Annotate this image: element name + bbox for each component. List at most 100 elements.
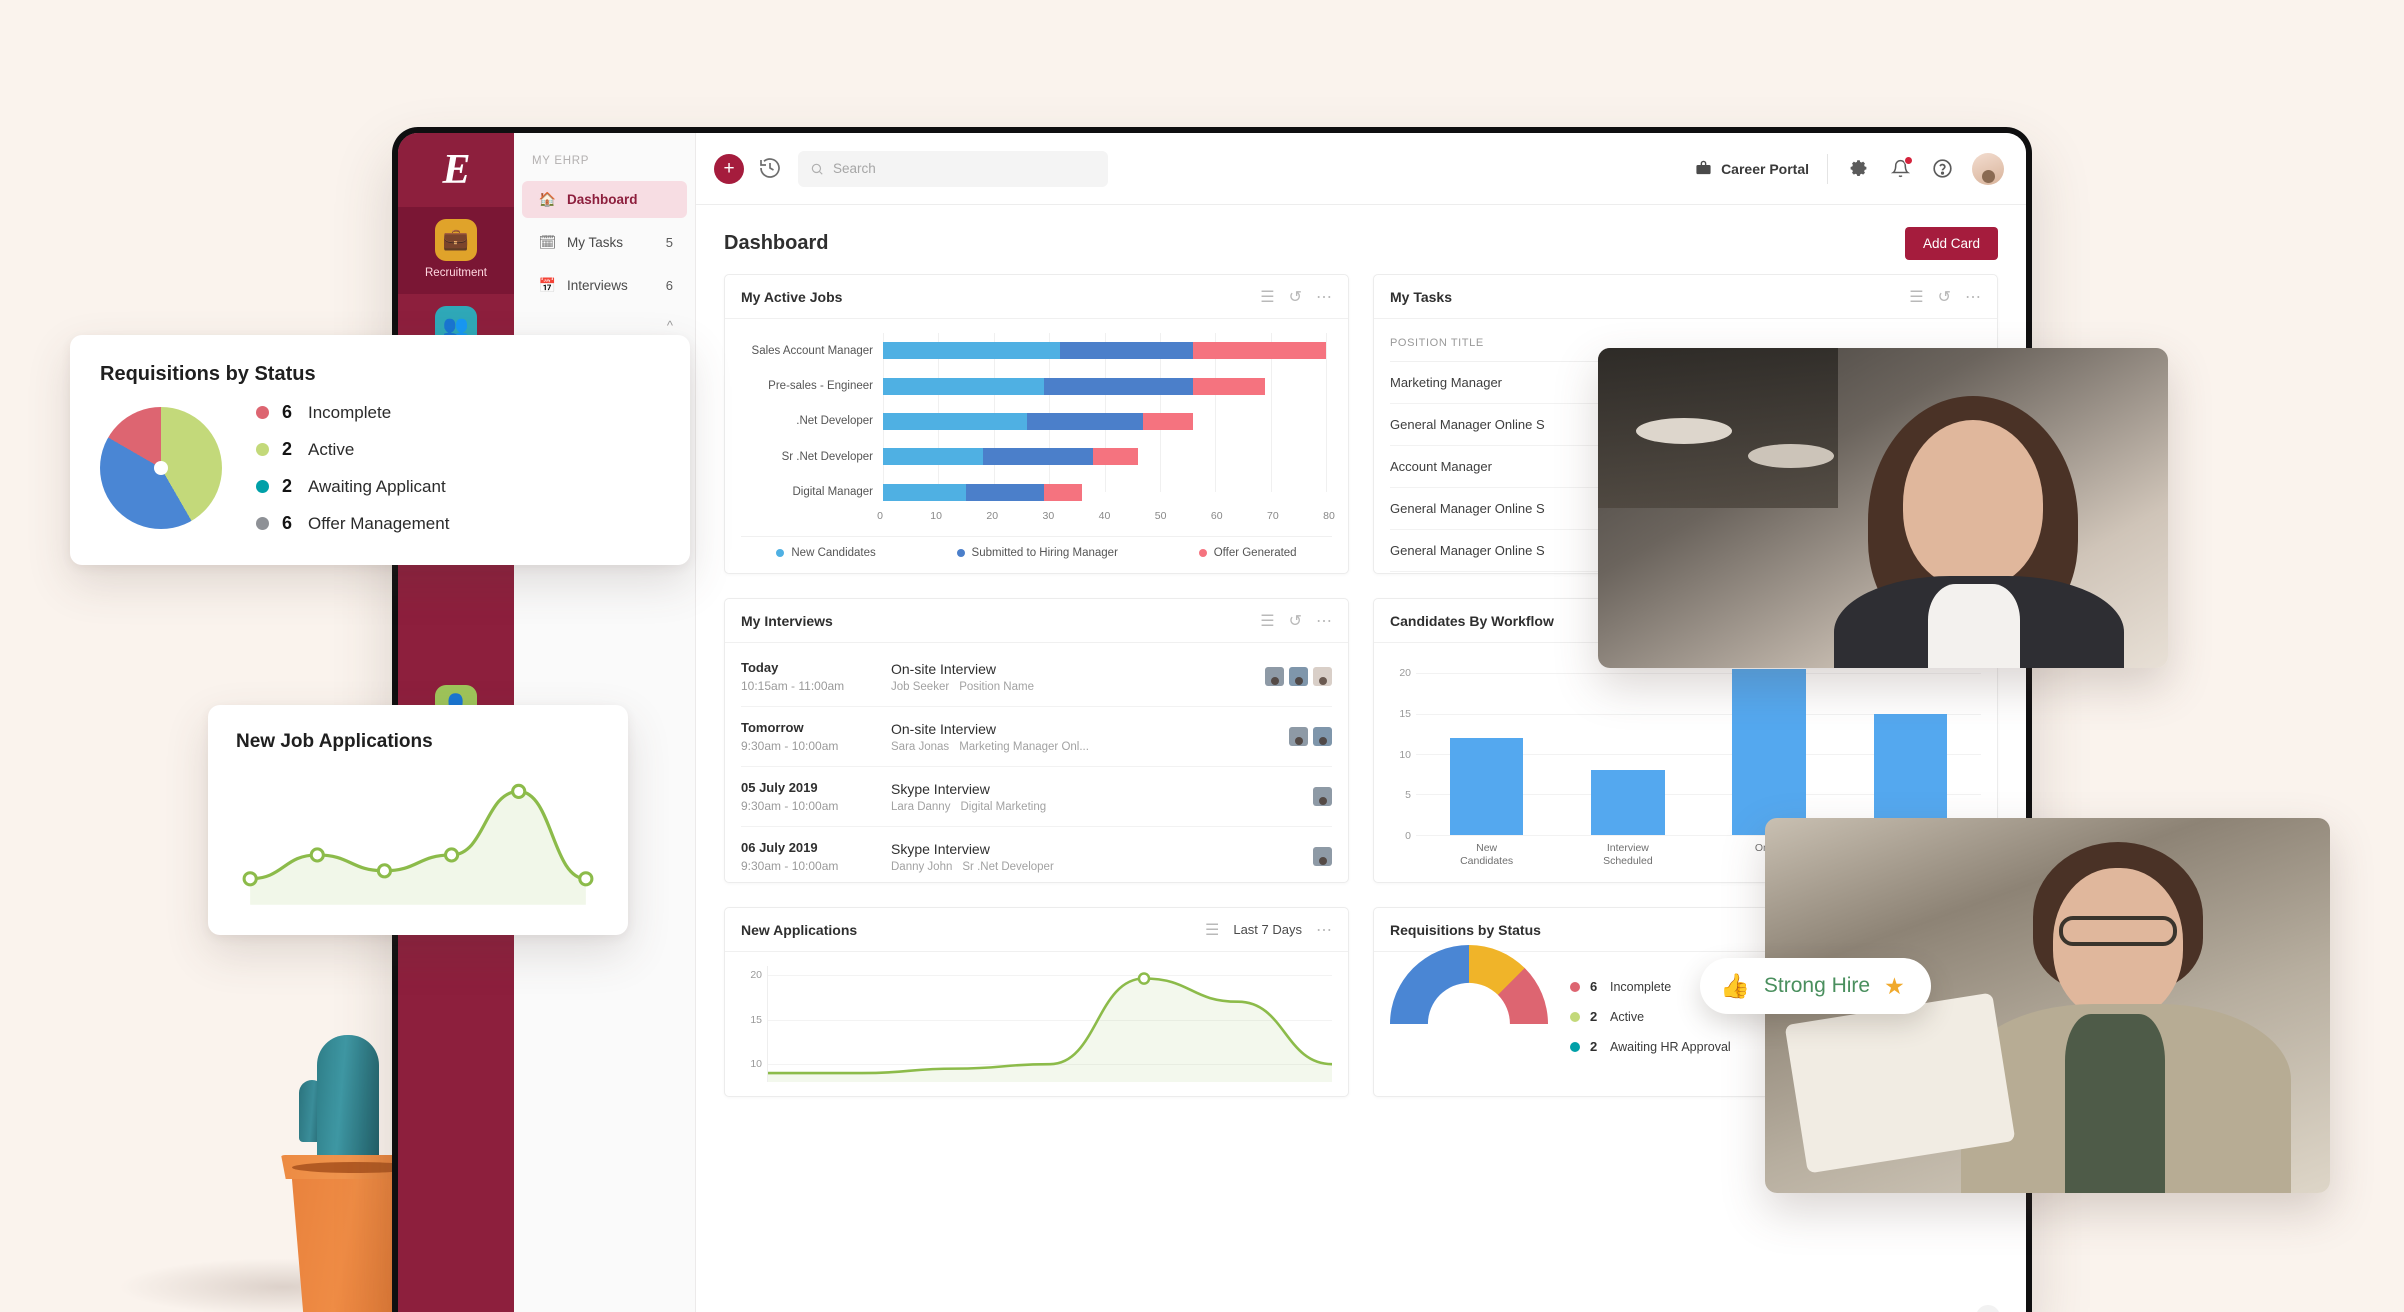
legend-count: 2 [1590,1009,1598,1024]
bell-icon[interactable] [1888,155,1913,181]
add-card-button[interactable]: Add Card [1904,227,1998,260]
bar-chart [1416,657,1981,836]
question-icon[interactable] [1930,157,1954,181]
bar-category-label: .Net Developer [796,415,873,428]
interview-avatars [1265,667,1332,686]
card-actions: ☰ ↺ ⋯ [1260,287,1332,307]
avatar [1289,667,1308,686]
drag-handle-icon[interactable]: ☰ [1260,611,1274,631]
interview-person: Danny John [891,860,953,873]
photo-businesswoman [1598,348,2168,668]
floating-card-new-job-applications: New Job Applications [208,705,628,935]
more-options-icon[interactable]: ⋯ [1965,287,1981,307]
bar-track [883,483,1326,501]
bar-column [1591,657,1665,835]
interview-details: Skype Interview Danny John Sr .Net Develop… [891,841,1313,873]
card-actions: ☰ Last 7 Days ⋯ [1205,920,1332,940]
sidebar-item-interviews[interactable]: 📅 Interviews 6 [522,267,687,304]
legend-dot [1570,1041,1580,1052]
bar-row: Sales Account Manager [741,341,1326,361]
legend-item: New Candidates [776,547,876,559]
interview-day: 06 July 2019 [741,840,818,855]
search-input[interactable]: Search [798,150,1108,187]
legend-item: Offer Generated [1198,547,1297,559]
bar-track [883,342,1326,360]
bar-category-label: Digital Manager [792,486,873,499]
bar-category-label: Sr .Net Developer [781,450,873,463]
bar-row: .Net Developer [741,411,1326,431]
range-selector[interactable]: Last 7 Days [1233,922,1302,937]
sidebar-item-count: 6 [665,278,673,293]
legend-dot [1570,981,1580,992]
card-actions: ☰ ↺ ⋯ [1909,287,1981,307]
bar-track [883,377,1326,395]
rail-item-recruitment[interactable]: 💼 Recruitment [398,207,514,295]
sidebar-item-label: My Tasks [567,235,624,250]
sidebar-item-label: Dashboard [567,192,638,207]
bar-segment [1093,448,1138,466]
interview-time: 9:30am - 10:00am [741,799,839,813]
legend-count: 6 [282,402,293,422]
interview-details: Skype Interview Lara Danny Digital Marketi… [891,781,1313,813]
avatar [1265,667,1284,686]
card-body: Today 10:15am - 11:00am On-site Interview J… [725,643,1348,882]
chart-y-axis: 0 5 10 15 20 [1399,667,1411,842]
list-item[interactable]: 05 July 2019 9:30am - 10:00am Skype Interv… [741,767,1332,827]
legend-dot [256,443,269,456]
refresh-icon[interactable]: ↺ [1289,611,1302,631]
card-title: My Active Jobs [741,288,843,305]
more-options-icon[interactable]: ⋯ [1316,287,1332,307]
legend-label: Awaiting HR Approval [1610,1039,1731,1054]
legend-item: Submitted to Hiring Manager [956,547,1118,559]
card-title: New Job Applications [236,731,433,752]
card-header: New Applications ☰ Last 7 Days ⋯ [725,908,1348,952]
toolbar-divider [1827,153,1828,184]
legend-label: Incomplete [308,402,392,422]
refresh-icon[interactable]: ↺ [1938,287,1951,307]
refresh-icon[interactable]: ↺ [1289,287,1302,307]
drag-handle-icon[interactable]: ☰ [1260,287,1274,307]
bar-segment [883,483,967,501]
gear-icon[interactable] [1846,157,1870,181]
list-item[interactable]: Today 10:15am - 11:00am On-site Interview J… [741,647,1332,707]
interview-type: On-site Interview [891,660,997,677]
thumbs-up-icon: 👍 [1720,972,1750,1000]
legend-item: 2 Awaiting Applicant [256,476,449,497]
bar-segment [966,483,1044,501]
card-my-active-jobs: My Active Jobs ☰ ↺ ⋯ Sales Account Manag… [724,274,1349,574]
avatar [1313,727,1332,746]
legend-dot [776,549,785,557]
bar [1591,770,1665,835]
more-options-icon[interactable]: ⋯ [1316,920,1332,940]
area-chart [767,966,1332,1082]
drag-handle-icon[interactable]: ☰ [1205,920,1219,940]
list-item[interactable]: Tomorrow 9:30am - 10:00am On-site Intervie… [741,707,1332,767]
app-logo[interactable]: E [398,133,514,207]
interview-avatars [1313,847,1332,866]
sidebar-item-my-tasks[interactable]: 🗓 My Tasks 5 [522,224,687,261]
bar-segment [883,377,1044,395]
briefcase-icon: 💼 [435,219,477,261]
more-options-icon[interactable]: ⋯ [1316,611,1332,631]
legend-item: 2 Awaiting HR Approval [1570,1039,1731,1054]
avatar [1289,727,1308,746]
avatar[interactable] [1972,152,2004,1312]
legend-count: 2 [1590,1039,1598,1054]
pie-legend: 6 Incomplete 2 Active 2 Awaiting Applicant 6 Of… [256,402,449,534]
legend-item: 2 Active [256,439,449,460]
interview-person: Lara Danny [891,800,951,813]
sidebar-item-dashboard[interactable]: 🏠 Dashboard [522,181,687,218]
chevron-up-icon[interactable]: ^ [514,318,695,333]
plus-icon[interactable]: + [714,153,744,184]
strong-hire-label: Strong Hire [1763,974,1871,997]
history-icon[interactable] [758,156,784,182]
list-item[interactable]: 06 July 2019 9:30am - 10:00am Skype Interv… [741,827,1332,882]
drag-handle-icon[interactable]: ☰ [1909,287,1923,307]
star-icon: ★ [1884,972,1905,999]
career-portal-button[interactable]: Career Portal [1695,160,1809,177]
bar-segment [883,448,983,466]
bar-label: Interview Scheduled [1603,841,1653,867]
bar-column [1873,657,1948,835]
bar-segment [1193,377,1266,395]
avatar [1313,847,1332,866]
